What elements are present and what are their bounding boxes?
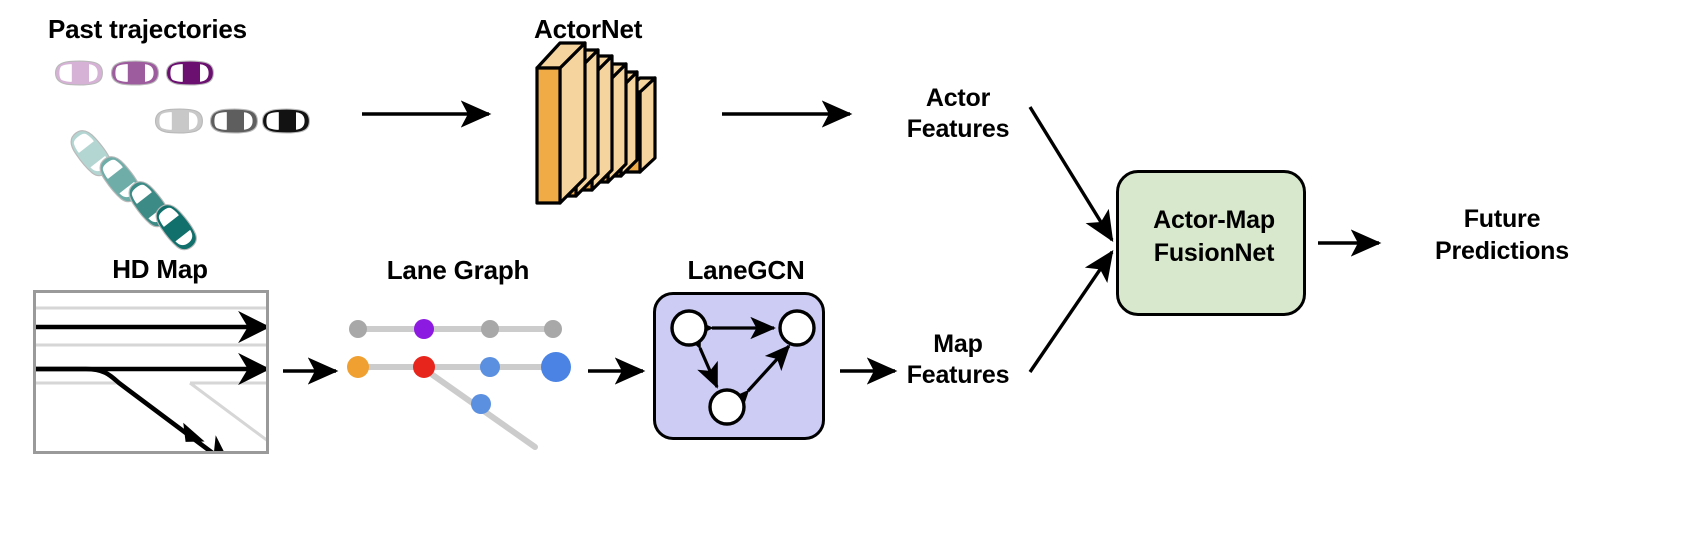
node-orange [347, 356, 369, 378]
actor-map-fusionnet-box[interactable]: Actor-Map FusionNet [1116, 170, 1306, 316]
fusionnet-label-line1: Actor-Map [1153, 206, 1275, 234]
node-red [413, 356, 435, 378]
label-map-features-line2: Features [906, 361, 1010, 389]
lanegcn-box[interactable] [653, 292, 825, 440]
actornet-slab-6 [623, 76, 657, 174]
node-grey-a [349, 320, 367, 338]
car-teal-3 [122, 175, 176, 233]
car-grey-2 [209, 108, 258, 134]
car-row-grey [154, 108, 310, 134]
actornet-slab-3 [570, 54, 614, 192]
car-teal-2 [93, 150, 147, 208]
car-row-teal [64, 124, 203, 256]
actornet-slab-4 [588, 62, 628, 184]
lane-graph-nodes [347, 319, 571, 414]
node-blue-branch [471, 394, 491, 414]
car-teal-4 [149, 198, 203, 256]
hd-map-box[interactable] [33, 290, 269, 454]
node-blue-small [480, 357, 500, 377]
label-lanegcn: LaneGCN [687, 255, 805, 285]
car-purple-2 [110, 60, 159, 86]
lane-graph-edges [355, 326, 559, 450]
node-grey-c [544, 320, 562, 338]
lane-graph[interactable] [347, 319, 571, 450]
car-grey-3 [261, 108, 310, 134]
actornet-slab-1 [535, 41, 587, 205]
label-actor-features-line2: Features [906, 115, 1010, 143]
fusionnet-label-line2: FusionNet [1153, 239, 1275, 267]
actornet-slab-5 [602, 70, 639, 178]
diagram-canvas: Past trajectories ActorNet Actor Feature… [0, 0, 1708, 534]
label-map-features-line1: Map [933, 330, 983, 358]
car-teal-1 [64, 124, 118, 182]
actornet-slab-stack[interactable] [535, 41, 657, 205]
label-hd-map: HD Map [112, 254, 208, 284]
actornet-slab-2 [552, 48, 600, 198]
label-actor-features-line1: Actor [925, 84, 991, 112]
car-purple-1 [54, 60, 103, 86]
label-actornet: ActorNet [534, 14, 643, 44]
car-row-purple [54, 60, 214, 86]
label-future-predictions-line2: Predictions [1435, 237, 1569, 265]
node-grey-b [481, 320, 499, 338]
car-grey-1 [154, 108, 203, 134]
car-purple-3 [165, 60, 214, 86]
label-lane-graph: Lane Graph [386, 255, 530, 285]
node-blue-large [541, 352, 571, 382]
label-past-trajectories: Past trajectories [48, 14, 247, 44]
label-future-predictions-line1: Future [1463, 205, 1541, 233]
node-purple [414, 319, 434, 339]
